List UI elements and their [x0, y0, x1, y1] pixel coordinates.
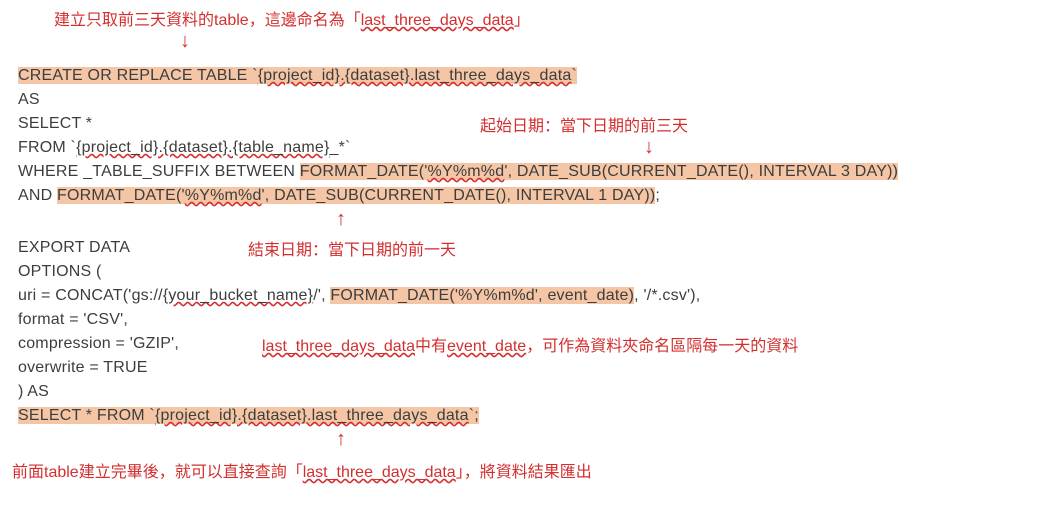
code-l15a: SELECT * FROM `	[18, 407, 155, 424]
code-line-6: AND FORMAT_DATE('%Y%m%d', DATE_SUB(CURRE…	[18, 184, 660, 208]
arrow-down-icon: ↓	[644, 136, 654, 159]
code-line-3: SELECT *	[18, 112, 92, 136]
code-l1b: {project_id}.{dataset}.last_three_days_d…	[258, 67, 572, 84]
code-line-1: CREATE OR REPLACE TABLE `{project_id}.{d…	[18, 64, 577, 88]
annotation-bottom-end: 」，將資料結果匯出	[456, 464, 592, 481]
annotation-bottom-text: 前面table建立完畢後，就可以直接查詢「	[12, 464, 303, 481]
annotation-ed-u2: event_date	[447, 338, 526, 355]
code-l4a: FROM `	[18, 139, 76, 156]
annotation-ed-post: ，可作為資料夾命名區隔每一天的資料	[526, 338, 798, 355]
annotation-start-date: 起始日期：當下日期的前三天	[480, 112, 688, 136]
annotation-ed-mid: 中有	[415, 338, 447, 355]
code-line-8: EXPORT DATA	[18, 236, 130, 260]
code-l6e: ;	[655, 187, 660, 204]
annotation-top-end: 」	[514, 12, 530, 29]
annotation-top-text: 建立只取前三天資料的table，這邊命名為「	[54, 12, 361, 29]
arrow-up-icon: ↑	[336, 428, 346, 451]
code-l5c: %Y%m%d	[428, 163, 505, 180]
code-line-13: overwrite = TRUE	[18, 356, 148, 380]
code-l6a: AND	[18, 187, 57, 204]
code-line-14: ) AS	[18, 380, 49, 404]
annotation-bottom-underline: last_three_days_data	[303, 464, 456, 481]
code-line-2: AS	[18, 88, 40, 112]
code-line-9: OPTIONS (	[18, 260, 102, 284]
annotation-top: 建立只取前三天資料的table，這邊命名為「last_three_days_da…	[54, 6, 530, 30]
code-line-12: compression = 'GZIP',	[18, 332, 179, 356]
code-l10b: {your_bucket_name}	[163, 287, 313, 304]
code-l6c: %Y%m%d	[185, 187, 262, 204]
annotation-event-date: last_three_days_data中有event_date，可作為資料夾命…	[262, 332, 798, 356]
code-l10e: , '/*.csv'),	[634, 287, 700, 304]
code-l1c: `	[571, 67, 577, 84]
code-l1a: CREATE OR REPLACE TABLE `	[18, 67, 258, 84]
code-l15c: `;	[469, 407, 479, 424]
annotation-end-date: 結束日期：當下日期的前一天	[248, 236, 456, 260]
annotation-bottom: 前面table建立完畢後，就可以直接查詢「last_three_days_dat…	[12, 458, 592, 482]
code-l15b: {project_id}.{dataset}.last_three_days_d…	[155, 407, 469, 424]
code-l4b: {project_id}.{dataset}.{table_name}	[76, 139, 329, 156]
code-line-4: FROM `{project_id}.{dataset}.{table_name…	[18, 136, 351, 160]
code-l5b: FORMAT_DATE('	[300, 163, 428, 180]
code-l10a: uri = CONCAT('gs://	[18, 287, 163, 304]
code-l10c: /',	[313, 287, 330, 304]
code-line-15: SELECT * FROM `{project_id}.{dataset}.la…	[18, 404, 479, 428]
code-l5d: ', DATE_SUB(CURRENT_DATE(), INTERVAL 3 D…	[504, 163, 898, 180]
code-l10d: FORMAT_DATE('%Y%m%d', event_date)	[330, 287, 634, 304]
arrow-down-icon: ↓	[180, 30, 190, 53]
arrow-up-icon: ↑	[336, 208, 346, 231]
code-line-11: format = 'CSV',	[18, 308, 128, 332]
code-l4c: _*`	[330, 139, 351, 156]
annotation-top-underline: last_three_days_data	[361, 12, 514, 29]
code-line-10: uri = CONCAT('gs://{your_bucket_name}/',…	[18, 284, 700, 308]
code-line-5: WHERE _TABLE_SUFFIX BETWEEN FORMAT_DATE(…	[18, 160, 898, 184]
annotation-ed-pre: last_three_days_data	[262, 338, 415, 355]
code-l5a: WHERE _TABLE_SUFFIX BETWEEN	[18, 163, 300, 180]
code-l6b: FORMAT_DATE('	[57, 187, 185, 204]
code-l6d: ', DATE_SUB(CURRENT_DATE(), INTERVAL 1 D…	[262, 187, 656, 204]
